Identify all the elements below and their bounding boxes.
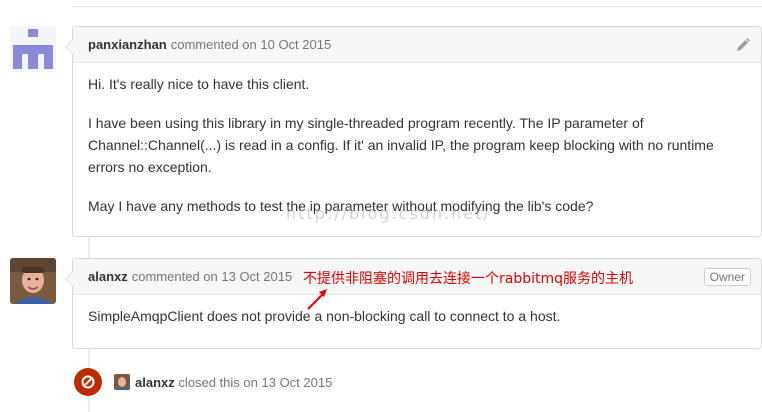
comment-action: commented on bbox=[131, 269, 218, 284]
comment-caret bbox=[65, 39, 73, 55]
owner-badge: Owner bbox=[703, 268, 751, 286]
comment-author[interactable]: alanxz bbox=[88, 269, 128, 284]
annotation-text: 不提供非阻塞的调用去连接一个rabbitmq服务的主机 bbox=[303, 271, 634, 287]
avatar-panxianzhan[interactable] bbox=[10, 26, 56, 72]
comment-action: commented on bbox=[170, 37, 257, 52]
comment-body: SimpleAmqpClient does not provide a non-… bbox=[73, 295, 761, 337]
pencil-icon[interactable] bbox=[735, 37, 751, 53]
comment-caret bbox=[65, 271, 73, 287]
annotation-arrow-icon bbox=[307, 289, 327, 310]
comment-body: Hi. It's really nice to have this client… bbox=[73, 63, 761, 227]
comment-date[interactable]: 10 Oct 2015 bbox=[260, 37, 331, 52]
event-action: closed this on bbox=[178, 374, 258, 390]
event-avatar[interactable] bbox=[114, 374, 130, 390]
identicon-avatar bbox=[10, 26, 56, 72]
comment-paragraph: Hi. It's really nice to have this client… bbox=[88, 76, 310, 92]
user-photo-icon bbox=[10, 258, 56, 304]
comment-date[interactable]: 13 Oct 2015 bbox=[221, 269, 292, 284]
closed-circle-icon bbox=[74, 368, 102, 396]
top-divider bbox=[72, 6, 762, 7]
closed-event: alanxz closed this on 13 Oct 2015 bbox=[74, 367, 332, 397]
comment-paragraph: SimpleAmqpClient does not provide a non-… bbox=[88, 308, 561, 324]
comment-header: panxianzhan commented on 10 Oct 2015 bbox=[73, 27, 761, 63]
avatar-alanxz[interactable] bbox=[10, 258, 56, 304]
watermark-text: http://blog.csdn.net/ bbox=[286, 204, 491, 223]
event-author[interactable]: alanxz bbox=[135, 375, 175, 390]
event-date[interactable]: 13 Oct 2015 bbox=[262, 375, 333, 390]
comment-author[interactable]: panxianzhan bbox=[88, 37, 167, 52]
comment-header: alanxz commented on 13 Oct 2015 不提供非阻塞的调… bbox=[73, 259, 761, 310]
comment-paragraph: I have been using this library in my sin… bbox=[88, 115, 714, 175]
event-text: alanxz closed this on 13 Oct 2015 bbox=[135, 375, 332, 390]
comment-alanxz: alanxz commented on 13 Oct 2015 不提供非阻塞的调… bbox=[65, 258, 762, 349]
